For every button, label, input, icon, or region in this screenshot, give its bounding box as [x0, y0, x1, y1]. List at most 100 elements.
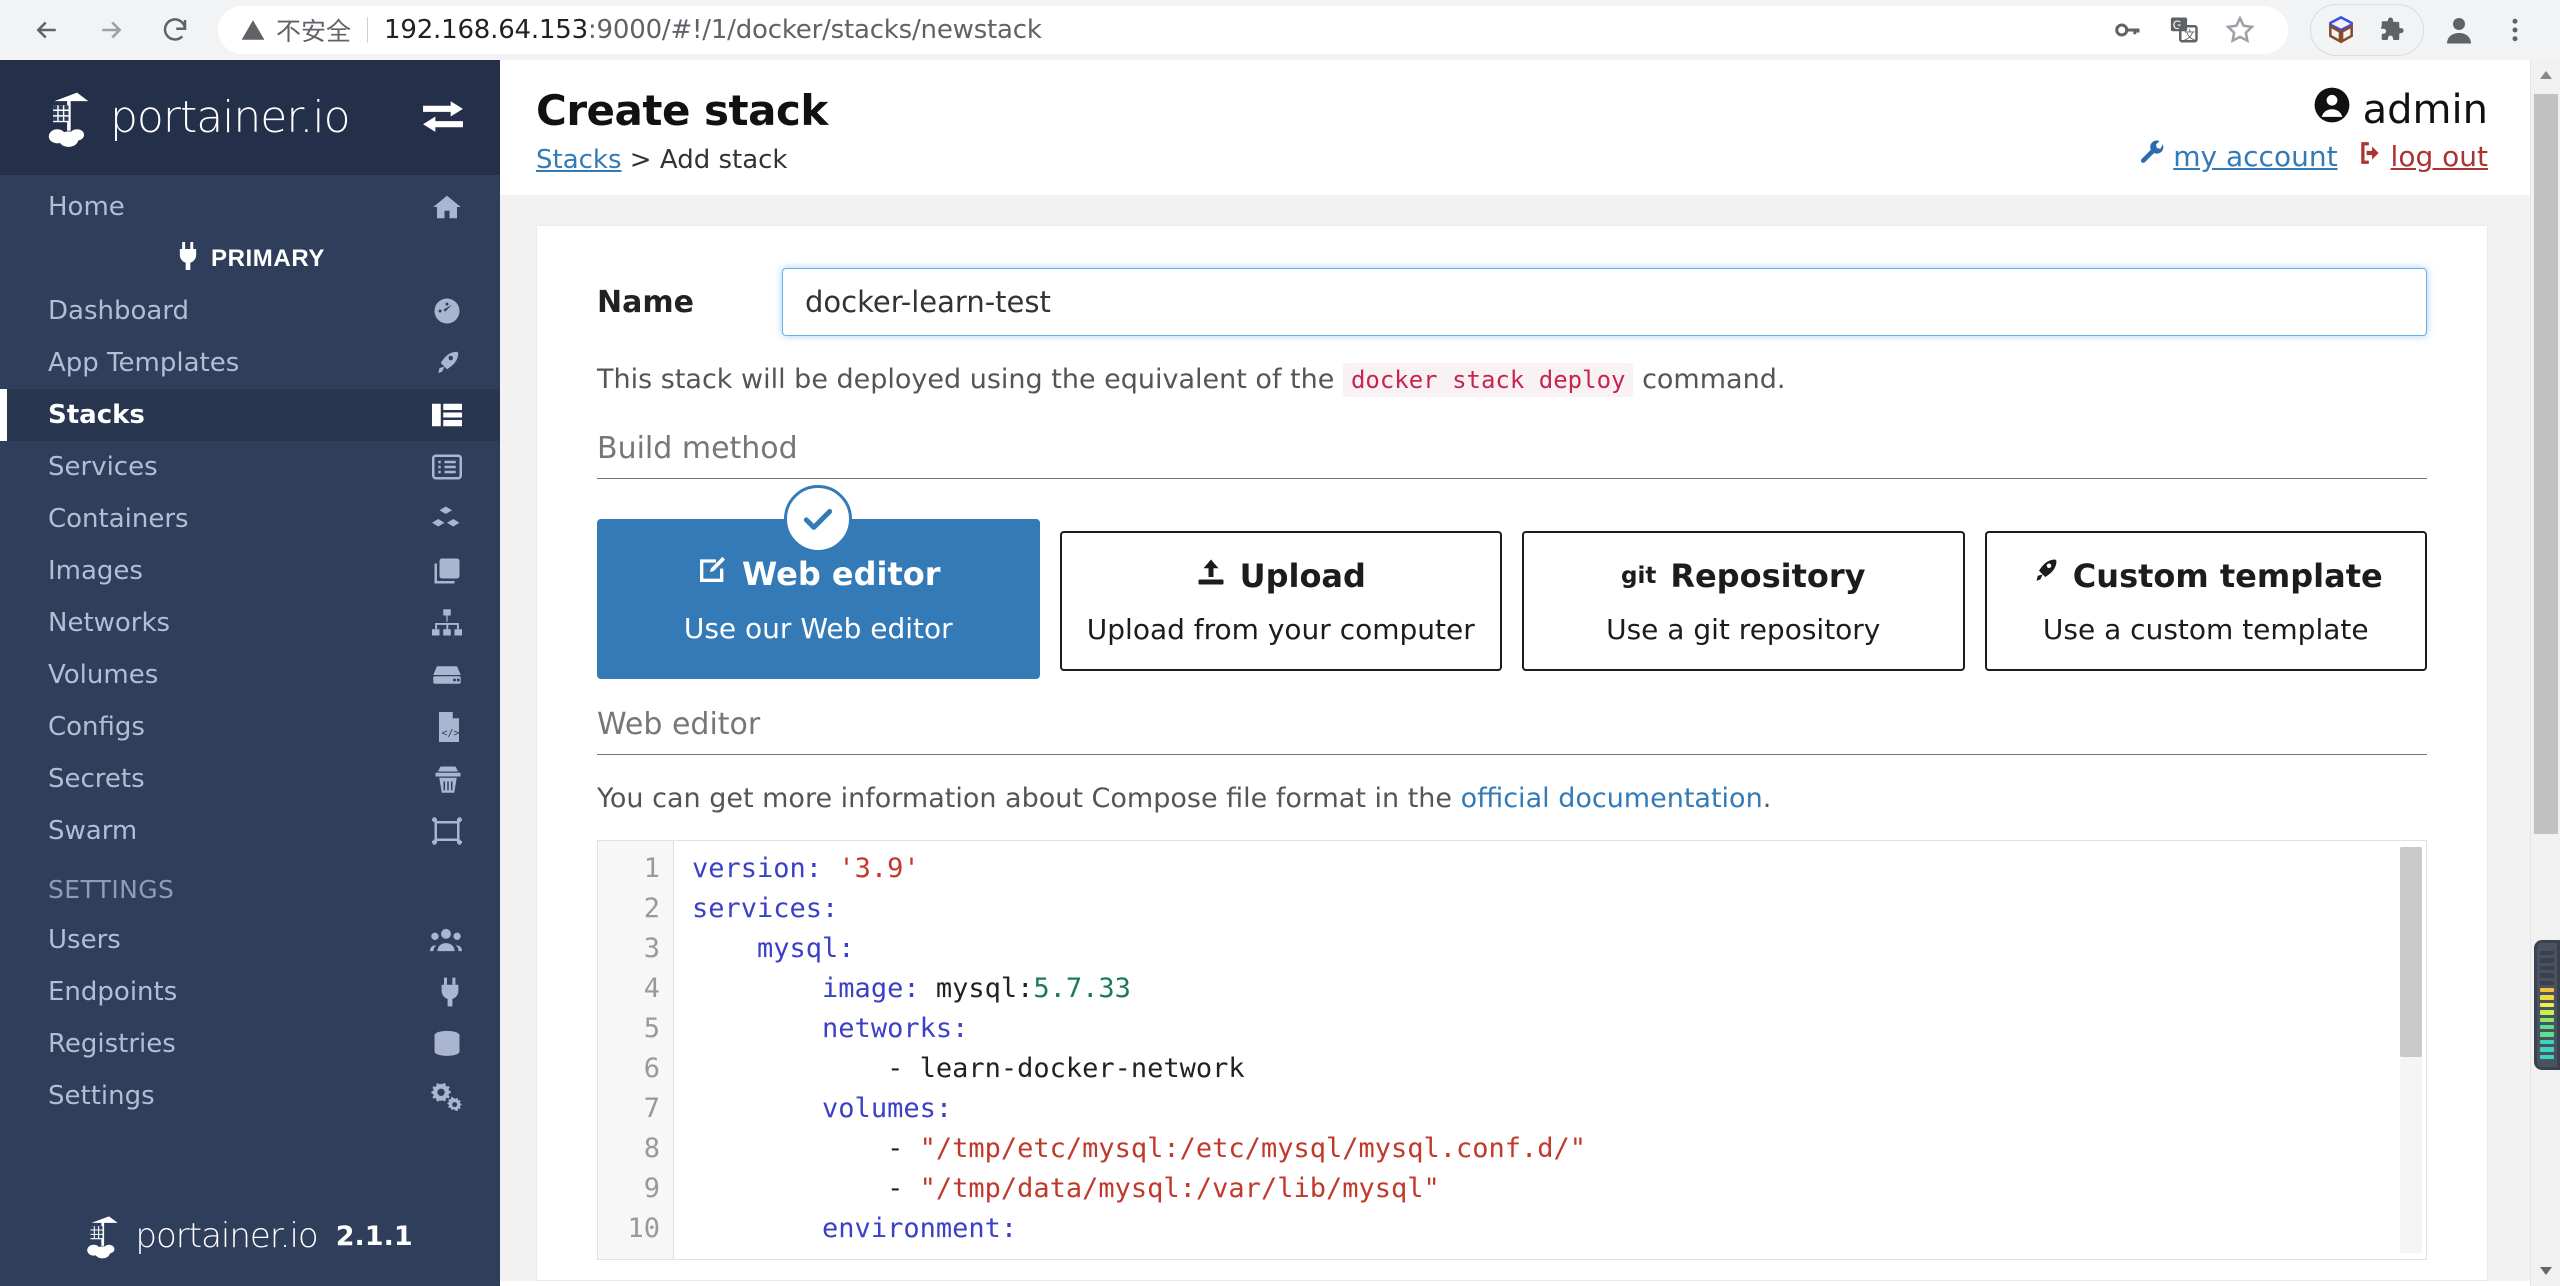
editor-scrollbar-thumb[interactable] — [2400, 847, 2422, 1057]
collapse-sidebar-icon[interactable] — [420, 95, 466, 140]
3d-box-extension-icon[interactable] — [2315, 4, 2367, 56]
build-method-title-text: Repository — [1670, 556, 1866, 595]
line-number: 6 — [643, 1053, 660, 1084]
page-scrollbar[interactable] — [2530, 60, 2560, 1286]
content-area: Name This stack will be deployed using t… — [500, 195, 2560, 1281]
code-line: - learn-docker-network — [692, 1053, 1245, 1084]
create-stack-panel: Name This stack will be deployed using t… — [536, 225, 2488, 1281]
name-form-row: Name — [597, 268, 2427, 336]
editor-line-numbers: 1 2 3 4 5 6 7 8 9 10 — [598, 841, 674, 1259]
editor-scrollbar[interactable] — [2400, 847, 2422, 1253]
name-label: Name — [597, 284, 694, 320]
line-number: 8 — [643, 1133, 660, 1164]
key-icon[interactable] — [2102, 4, 2154, 56]
portainer-footer-logo: portainer.io — [87, 1212, 319, 1260]
code-line: image: mysql:5.7.33 — [822, 973, 1131, 1004]
sidebar-item-containers[interactable]: Containers — [0, 493, 500, 545]
my-account-label: my account — [2173, 140, 2338, 173]
compose-info-after: . — [1762, 783, 1772, 814]
scroll-down-arrow-icon[interactable] — [2531, 1256, 2560, 1286]
browser-nav-buttons — [18, 1, 204, 59]
forward-arrow-icon — [102, 21, 122, 39]
sidebar-item-endpoints[interactable]: Endpoints — [0, 966, 500, 1018]
user-name-row: admin — [2140, 86, 2488, 134]
build-method-title: Upload — [1196, 557, 1366, 595]
sidebar-item-label: Settings — [48, 1081, 155, 1111]
page-scrollbar-thumb[interactable] — [2534, 94, 2558, 834]
line-number: 5 — [643, 1013, 660, 1044]
web-editor-section-title: Web editor — [597, 707, 2427, 755]
browser-toolbar: 不安全 192.168.64.153:9000/#!/1/docker/stac… — [0, 0, 2560, 60]
scroll-up-arrow-icon[interactable] — [2531, 60, 2560, 90]
portainer-crane-icon — [87, 1216, 119, 1259]
reload-button[interactable] — [146, 1, 204, 59]
puzzle-extension-icon[interactable] — [2367, 4, 2419, 56]
editor-code-lines[interactable]: version: '3.9' services: mysql: image: m… — [674, 841, 2394, 1259]
address-bar[interactable]: 不安全 192.168.64.153:9000/#!/1/docker/stac… — [218, 6, 2288, 54]
portainer-app: portainer.io Home PRIMARY Dashboard App … — [0, 60, 2560, 1286]
sidebar-item-label: Volumes — [48, 660, 159, 690]
sidebar-item-dashboard[interactable]: Dashboard — [0, 285, 500, 337]
deploy-hint-after: command. — [1633, 364, 1786, 395]
sidebar-item-secrets[interactable]: Secrets — [0, 753, 500, 805]
main-content: Create stack Stacks > Add stack admin my… — [500, 60, 2560, 1286]
sidebar-item-label: Images — [48, 556, 143, 586]
stack-name-input[interactable] — [782, 268, 2427, 336]
breadcrumb-current: Add stack — [659, 145, 788, 175]
sidebar-item-swarm[interactable]: Swarm — [0, 805, 500, 857]
sidebar-item-services[interactable]: Services — [0, 441, 500, 493]
build-method-repository[interactable]: git Repository Use a git repository — [1522, 531, 1965, 671]
breadcrumb-stacks-link[interactable]: Stacks — [536, 145, 622, 175]
insecure-warning-icon — [240, 17, 266, 43]
sidebar-item-images[interactable]: Images — [0, 545, 500, 597]
build-method-title-text: Custom template — [2072, 556, 2383, 595]
forward-button[interactable] — [82, 1, 140, 59]
sidebar-item-app-templates[interactable]: App Templates — [0, 337, 500, 389]
sidebar-header: portainer.io — [0, 60, 500, 175]
sidebar-item-volumes[interactable]: Volumes — [0, 649, 500, 701]
build-method-title: Web editor — [696, 554, 941, 594]
containers-cubes-icon — [428, 505, 462, 533]
check-circle-icon — [784, 485, 853, 553]
sidebar-item-settings[interactable]: Settings — [0, 1070, 500, 1122]
sidebar-item-label: Secrets — [48, 764, 145, 794]
official-documentation-link[interactable]: official documentation — [1461, 783, 1763, 814]
home-icon — [428, 192, 462, 222]
my-account-link[interactable]: my account — [2140, 140, 2338, 173]
database-icon — [428, 1030, 462, 1058]
sidebar-item-label: Networks — [48, 608, 171, 638]
url-text: 192.168.64.153:9000/#!/1/docker/stacks/n… — [384, 15, 1042, 45]
logout-icon — [2358, 140, 2384, 173]
sidebar-item-label: Home — [48, 192, 125, 222]
code-line: - "/tmp/etc/mysql:/etc/mysql/mysql.conf.… — [692, 1133, 1587, 1164]
secrets-spy-icon — [428, 764, 462, 794]
extension-level-meter-widget[interactable] — [2534, 940, 2560, 1070]
sidebar-item-networks[interactable]: Networks — [0, 597, 500, 649]
log-out-link[interactable]: log out — [2358, 140, 2488, 173]
sidebar-item-stacks[interactable]: Stacks — [0, 389, 500, 441]
profile-avatar-icon[interactable] — [2432, 3, 2486, 57]
translate-icon[interactable]: G文 — [2158, 4, 2210, 56]
dashboard-gauge-icon — [428, 296, 462, 326]
build-method-custom-template[interactable]: Custom template Use a custom template — [1984, 531, 2427, 671]
line-number: 10 — [627, 1213, 660, 1244]
bookmark-star-icon[interactable] — [2214, 4, 2266, 56]
sidebar-item-configs[interactable]: Configs </> — [0, 701, 500, 753]
compose-info-before: You can get more information about Compo… — [597, 783, 1461, 814]
build-method-web-editor[interactable]: Web editor Use our Web editor — [597, 485, 1040, 679]
portainer-logo: portainer.io — [48, 87, 351, 149]
breadcrumb-separator: > — [629, 145, 652, 175]
deploy-command-code: docker stack deploy — [1342, 363, 1634, 397]
back-button[interactable] — [18, 1, 76, 59]
code-line: mysql: — [757, 933, 855, 964]
wrench-icon — [2140, 140, 2166, 173]
networks-tree-icon — [428, 609, 462, 637]
yaml-code-editor[interactable]: 1 2 3 4 5 6 7 8 9 10 version: '3.9' serv… — [597, 840, 2427, 1260]
sidebar-item-home[interactable]: Home — [0, 181, 500, 233]
build-method-upload[interactable]: Upload Upload from your computer — [1059, 531, 1502, 671]
three-dot-menu-icon[interactable] — [2488, 3, 2542, 57]
sidebar-item-registries[interactable]: Registries — [0, 1018, 500, 1070]
sidebar-item-users[interactable]: Users — [0, 914, 500, 966]
sidebar-item-label: Stacks — [48, 400, 145, 430]
sidebar-item-label: Users — [48, 925, 121, 955]
